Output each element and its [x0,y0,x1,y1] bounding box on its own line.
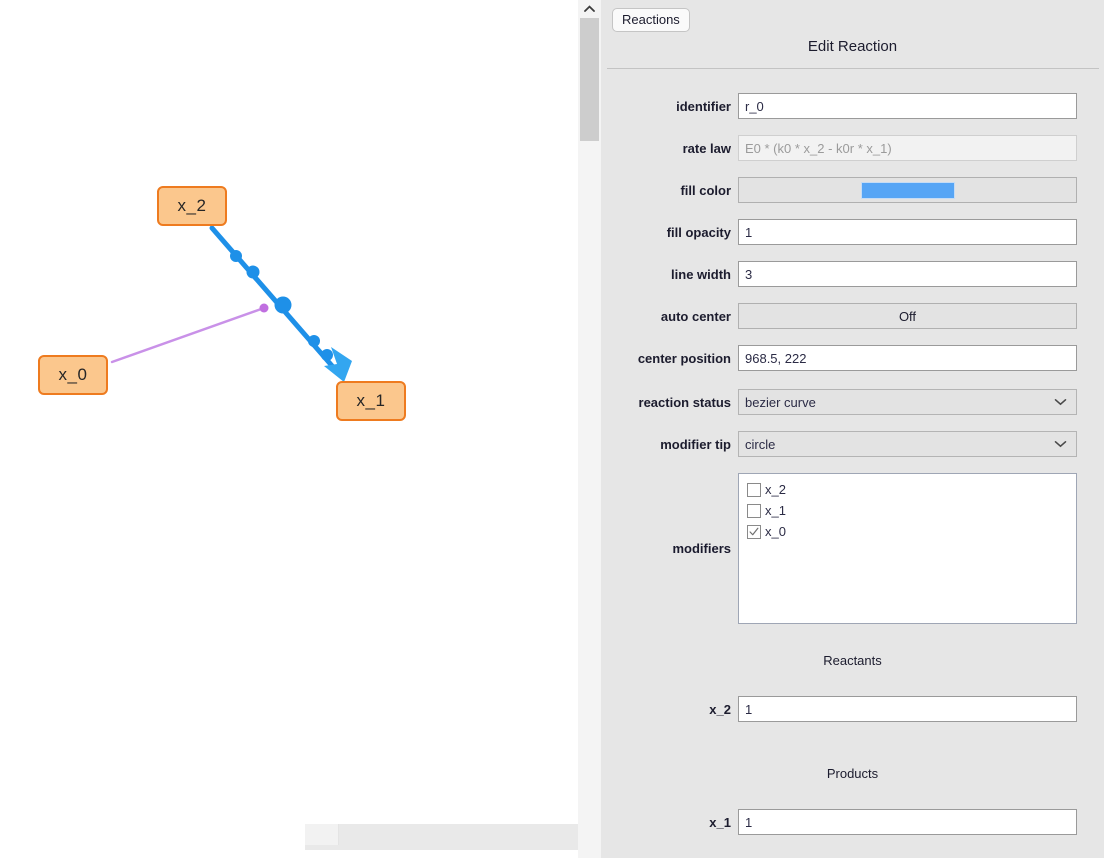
edit-reaction-panel: Reactions Edit Reaction identifier r_0 r… [601,0,1104,858]
network-edges [110,225,352,382]
product-stoichiometry-input[interactable]: 1 [738,809,1077,835]
chevron-up-icon [584,5,595,12]
form-row-reaction-status: reaction status bezier curve [601,389,1104,415]
fill-color-label: fill color [680,182,731,198]
rate-law-input[interactable]: E0 * (k0 * x_2 - k0r * x_1) [738,135,1077,161]
modifiers-listbox[interactable]: x_2 x_1 x_0 [738,473,1077,624]
bezier-handle-dot [321,349,333,361]
species-node-x1[interactable]: x_1 [336,381,406,421]
form-row-rate-law: rate law E0 * (k0 * x_2 - k0r * x_1) [601,135,1104,161]
auto-center-label: auto center [660,308,731,324]
modifier-list-item[interactable]: x_2 [747,479,1076,500]
products-heading: Products [826,766,879,781]
form-row-line-width: line width 3 [601,261,1104,287]
species-node-label: x_0 [58,365,88,384]
bezier-handle-dot [230,250,242,262]
canvas-horizontal-scrollbar[interactable] [305,824,578,850]
identifier-input[interactable]: r_0 [738,93,1077,119]
chevron-down-icon [1054,399,1067,406]
species-node-x2[interactable]: x_2 [157,186,227,226]
form-row-identifier: identifier r_0 [601,93,1104,119]
fill-opacity-input[interactable]: 1 [738,219,1077,245]
panel-title: Edit Reaction [807,38,898,55]
reaction-network-canvas[interactable]: x_2 x_0 x_1 [0,0,578,858]
form-row-modifier-tip: modifier tip circle [601,431,1104,457]
form-row-modifiers: modifiers x_2 x_1 x_0 [601,473,1104,624]
form-row-fill-opacity: fill opacity 1 [601,219,1104,245]
bezier-handle-dot [246,265,260,279]
reaction-status-value: bezier curve [745,394,816,410]
line-width-input[interactable]: 3 [738,261,1077,287]
chevron-down-icon [1054,441,1067,448]
rate-law-label: rate law [682,140,731,156]
modifier-list-item[interactable]: x_0 [747,521,1076,542]
center-position-label: center position [637,350,731,366]
reactant-stoichiometry-input[interactable]: 1 [738,696,1077,722]
panel-vertical-scrollbar[interactable] [578,0,602,858]
checkmark-icon [749,527,759,535]
modifier-list-item[interactable]: x_1 [747,500,1076,521]
reaction-status-label: reaction status [638,394,731,410]
modifier-item-label: x_1 [765,503,786,518]
auto-center-toggle[interactable]: Off [738,303,1077,329]
reactant-species-label: x_2 [709,701,731,717]
bezier-center-dot [274,296,292,314]
form-row-center-position: center position 968.5, 222 [601,345,1104,371]
modifier-tip-label: modifier tip [660,436,731,452]
modifier-item-label: x_0 [765,524,786,539]
species-node-label: x_1 [356,391,386,410]
modifier-tip-select[interactable]: circle [738,431,1077,457]
checkbox-checked-icon[interactable] [747,524,761,539]
product-species-label: x_1 [709,814,731,830]
tab-strip: Reactions [601,0,1104,34]
checkbox-unchecked-icon[interactable] [747,482,761,497]
species-node-label: x_2 [177,196,207,215]
scroll-up-arrow-icon[interactable] [578,0,601,18]
reactants-heading: Reactants [823,653,882,668]
tab-reactions[interactable]: Reactions [612,8,690,32]
identifier-label: identifier [676,98,731,114]
modifier-edge-line [110,306,266,364]
fill-color-swatch [860,181,955,199]
vertical-scrollbar-thumb[interactable] [580,18,599,141]
bezier-handle-dot [308,335,320,347]
product-row-x1: x_1 1 [601,809,1104,835]
fill-opacity-label: fill opacity [666,224,731,240]
horizontal-scrollbar-thumb[interactable] [305,824,339,845]
center-position-input[interactable]: 968.5, 222 [738,345,1077,371]
species-node-x0[interactable]: x_0 [38,355,108,395]
title-divider [607,68,1099,69]
modifier-tip-circle [259,303,269,313]
reactant-row-x2: x_2 1 [601,696,1104,722]
modifiers-label: modifiers [672,541,731,556]
fill-color-button[interactable] [738,177,1077,203]
reaction-status-select[interactable]: bezier curve [738,389,1077,415]
modifier-item-label: x_2 [765,482,786,497]
form-row-fill-color: fill color [601,177,1104,203]
line-width-label: line width [671,266,731,282]
modifier-tip-value: circle [745,436,776,452]
checkbox-unchecked-icon[interactable] [747,503,761,518]
form-row-auto-center: auto center Off [601,303,1104,329]
